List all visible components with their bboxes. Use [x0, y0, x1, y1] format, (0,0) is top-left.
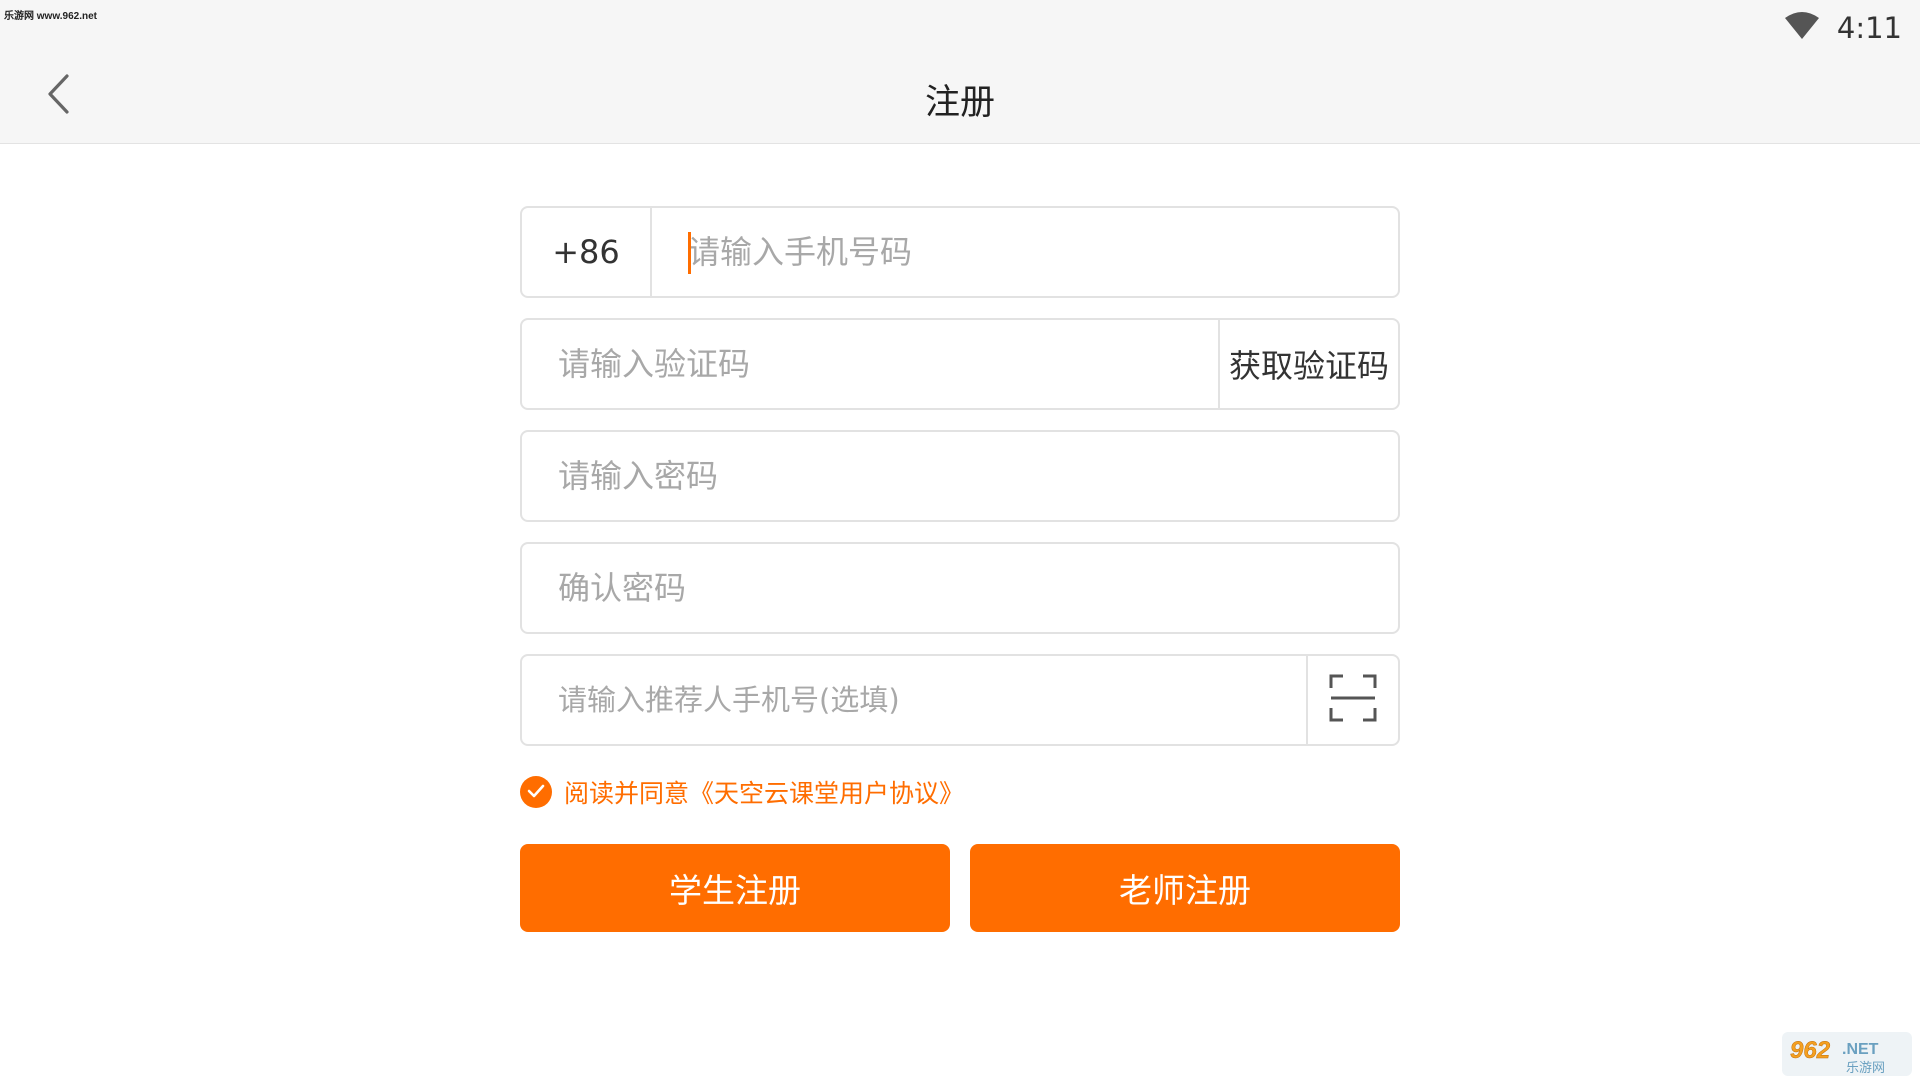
scan-icon: [1329, 674, 1377, 726]
phone-input[interactable]: [652, 208, 1398, 296]
confirm-password-field: [520, 542, 1400, 634]
agreement-checkbox[interactable]: [520, 776, 552, 808]
agreement-link[interactable]: 阅读并同意《天空云课堂用户协议》: [564, 774, 964, 810]
check-icon: [527, 783, 545, 802]
text-cursor: [688, 232, 691, 274]
svg-text:962: 962: [1790, 1037, 1831, 1064]
password-input[interactable]: [522, 432, 1398, 520]
phone-field: +86: [520, 206, 1400, 298]
app-header: 乐游网 www.962.net 4:11 注册: [0, 0, 1920, 144]
watermark-text: 乐游网 www.962.net: [4, 11, 97, 22]
status-time: 4:11: [1836, 11, 1902, 45]
get-code-button[interactable]: 获取验证码: [1218, 320, 1398, 408]
page-title: 注册: [924, 83, 995, 123]
confirm-password-input[interactable]: [522, 544, 1398, 632]
referrer-field: [520, 654, 1400, 746]
wifi-icon: [1784, 12, 1819, 44]
teacher-register-button[interactable]: 老师注册: [970, 844, 1400, 932]
student-register-button[interactable]: 学生注册: [520, 844, 950, 932]
country-code-prefix[interactable]: +86: [522, 208, 652, 296]
scan-button[interactable]: [1306, 656, 1398, 744]
register-form: +86 获取验证码: [520, 206, 1400, 932]
verification-code-input[interactable]: [522, 320, 1218, 408]
register-screen: 乐游网 www.962.net 4:11 注册 +86 请输入手机号码 请输入验…: [0, 0, 1920, 1080]
referrer-phone-input[interactable]: [522, 656, 1306, 744]
password-field: [520, 430, 1400, 522]
svg-text:乐游网: 乐游网: [1846, 1061, 1885, 1076]
agreement-row: 阅读并同意《天空云课堂用户协议》: [520, 774, 1400, 810]
site-logo: 962 .NET 乐游网: [1782, 1032, 1912, 1076]
svg-text:.NET: .NET: [1842, 1041, 1879, 1058]
register-buttons: 学生注册 老师注册: [520, 844, 1400, 932]
status-bar: 4:11: [1784, 8, 1902, 48]
code-field: 获取验证码: [520, 318, 1400, 410]
